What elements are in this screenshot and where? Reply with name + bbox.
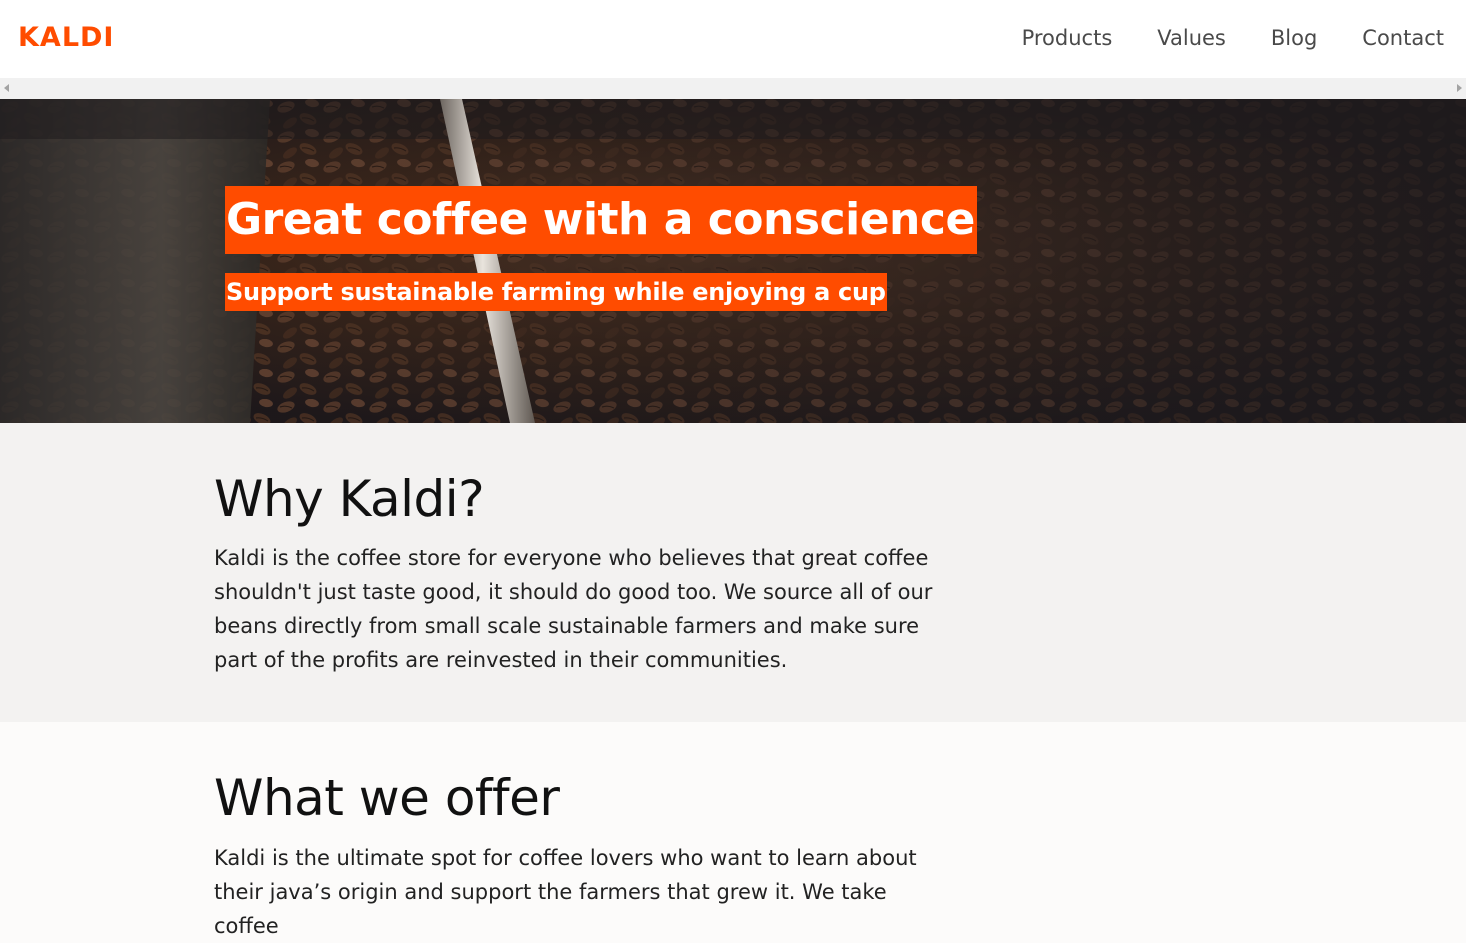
site-header: KALDI Products Values Blog Contact bbox=[0, 0, 1466, 78]
main-nav: Products Values Blog Contact bbox=[1022, 24, 1444, 52]
what-we-offer-heading: What we offer bbox=[214, 769, 560, 827]
why-kaldi-heading: Why Kaldi? bbox=[214, 470, 485, 528]
hero-banner: Great coffee with a conscience Support s… bbox=[0, 99, 1466, 423]
horizontal-scrollbar[interactable] bbox=[0, 78, 1466, 99]
kaldi-logo[interactable]: KALDI bbox=[18, 23, 114, 53]
what-we-offer-section: What we offer Kaldi is the ultimate spot… bbox=[0, 722, 1466, 938]
scroll-left-arrow-icon[interactable] bbox=[4, 84, 9, 92]
nav-link-blog[interactable]: Blog bbox=[1271, 24, 1317, 52]
hero-subtitle: Support sustainable farming while enjoyi… bbox=[225, 273, 887, 311]
nav-link-contact[interactable]: Contact bbox=[1362, 24, 1444, 52]
what-we-offer-text: Kaldi is the ultimate spot for coffee lo… bbox=[214, 846, 917, 938]
why-kaldi-section: Why Kaldi? Kaldi is the coffee store for… bbox=[0, 423, 1466, 722]
hero-title: Great coffee with a conscience bbox=[225, 186, 977, 254]
nav-link-products[interactable]: Products bbox=[1022, 24, 1113, 52]
scroll-right-arrow-icon[interactable] bbox=[1457, 84, 1462, 92]
why-kaldi-text: Kaldi is the coffee store for everyone w… bbox=[214, 546, 933, 672]
nav-link-values[interactable]: Values bbox=[1157, 24, 1226, 52]
coffee-beans-roaster-photo bbox=[0, 99, 1466, 423]
